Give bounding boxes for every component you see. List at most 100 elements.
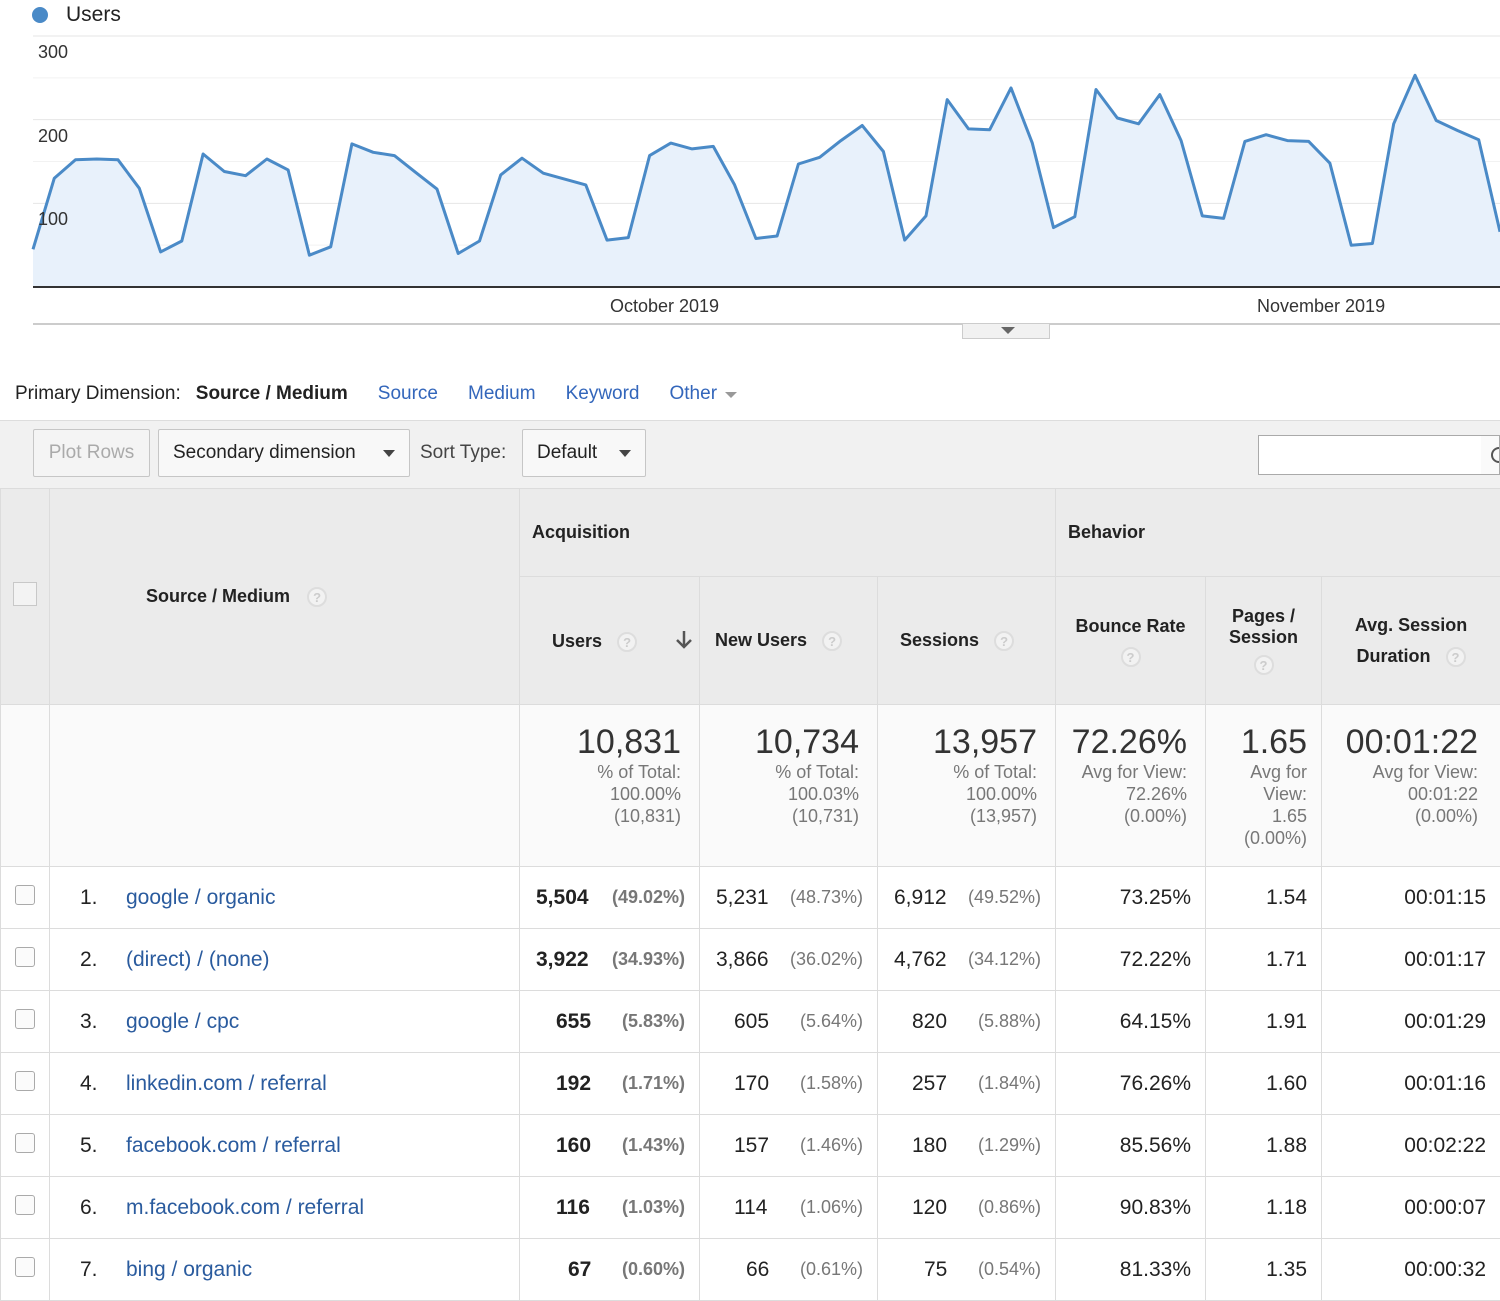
help-icon[interactable]: ? [1254,655,1274,675]
users-value: 192 [556,1072,591,1096]
users-column-header[interactable]: Users ? [520,577,700,705]
row-checkbox[interactable] [15,1009,35,1029]
users-line-chart [0,0,1500,345]
help-icon[interactable]: ? [1121,647,1141,667]
y-tick-label: 200 [38,126,68,147]
avg-session-duration-cell: 00:01:29 [1322,991,1500,1053]
pages-session-cell: 1.60 [1206,1053,1322,1115]
bounce-rate-cell: 64.15% [1056,991,1206,1053]
users-value: 5,504 [536,886,589,910]
row-checkbox[interactable] [15,1071,35,1091]
plot-rows-button[interactable]: Plot Rows [33,429,150,477]
totals-empty-cell [50,705,520,867]
source-medium-link[interactable]: facebook.com / referral [126,1134,341,1157]
primary-dimension-medium-link[interactable]: Medium [468,383,536,405]
help-icon[interactable]: ? [1446,647,1466,667]
source-medium-link[interactable]: linkedin.com / referral [126,1072,327,1095]
sessions-cell: 75(0.54%) [878,1239,1056,1301]
users-cell: 655(5.83%) [520,991,700,1053]
users-header-label: Users [552,631,602,651]
row-checkbox[interactable] [15,885,35,905]
users-cell: 116(1.03%) [520,1177,700,1239]
pages-session-cell: 1.54 [1206,867,1322,929]
source-cell: 2.(direct) / (none) [50,929,520,991]
new-users-cell: 157(1.46%) [700,1115,878,1177]
bounce-rate-total-cell: 72.26% Avg for View: 72.26% (0.00%) [1056,705,1206,867]
users-value: 67 [568,1258,591,1282]
users-percent: (1.03%) [622,1197,685,1218]
row-index: 6. [50,1196,126,1220]
row-checkbox[interactable] [15,947,35,967]
sort-type-label: Sort Type: [420,442,506,464]
source-medium-link[interactable]: (direct) / (none) [126,948,270,971]
table-search-input[interactable] [1258,435,1482,475]
select-all-checkbox[interactable] [13,582,37,606]
new-users-percent: (36.02%) [790,949,863,970]
row-index: 1. [50,886,126,910]
help-icon[interactable]: ? [307,587,327,607]
users-cell: 67(0.60%) [520,1239,700,1301]
row-index: 4. [50,1072,126,1096]
row-checkbox[interactable] [15,1195,35,1215]
sessions-column-header[interactable]: Sessions ? [878,577,1056,705]
primary-dimension-other-dropdown[interactable]: Other [670,383,738,405]
sessions-cell: 820(5.88%) [878,991,1056,1053]
pages-session-cell: 1.35 [1206,1239,1322,1301]
total-caption: (10,731) [700,805,859,827]
new-users-cell: 3,866 (36.02%) [700,929,878,991]
secondary-dimension-dropdown[interactable]: Secondary dimension [158,429,410,477]
row-select-cell [1,1239,50,1301]
source-medium-link[interactable]: google / organic [126,886,275,909]
new-users-value: 3,866 [716,948,769,972]
help-icon[interactable]: ? [822,631,842,651]
sort-descending-icon [674,629,694,651]
users-cell: 3,922(34.93%) [520,929,700,991]
sessions-cell: 120(0.86%) [878,1177,1056,1239]
sessions-cell: 257(1.84%) [878,1053,1056,1115]
primary-dimension-keyword-link[interactable]: Keyword [566,383,640,405]
pages-session-column-header[interactable]: Pages / Session ? [1206,577,1322,705]
total-caption: (0.00%) [1322,805,1478,827]
new-users-value: 114 [734,1196,767,1220]
sessions-cell: 4,762(34.12%) [878,929,1056,991]
sessions-value: 75 [924,1258,947,1282]
total-caption: Avg for View: [1322,761,1478,783]
select-all-cell [1,489,50,705]
avg-session-duration-column-header[interactable]: Avg. Session Duration ? [1322,577,1500,705]
row-checkbox[interactable] [15,1133,35,1153]
total-caption: % of Total: [878,761,1037,783]
search-icon[interactable] [1481,435,1500,475]
avg-session-duration-cell: 00:01:15 [1322,867,1500,929]
table-toolbar: Plot Rows Secondary dimension Sort Type:… [0,420,1500,488]
sessions-cell: 6,912(49.52%) [878,867,1056,929]
source-medium-link[interactable]: bing / organic [126,1258,252,1281]
table-row: 1.google / organic 5,504(49.02%) 5,231(4… [1,867,1500,929]
pages-session-cell: 1.91 [1206,991,1322,1053]
row-select-cell [1,929,50,991]
chart-collapse-toggle[interactable] [962,324,1050,339]
dimension-header[interactable]: Source / Medium ? [50,489,520,705]
bounce-rate-cell: 73.25% [1056,867,1206,929]
users-cell: 192(1.71%) [520,1053,700,1115]
help-icon[interactable]: ? [617,632,637,652]
source-medium-link[interactable]: m.facebook.com / referral [126,1196,364,1219]
total-caption: 100.03% [700,783,859,805]
new-users-total-value: 10,734 [700,723,859,761]
help-icon[interactable]: ? [994,631,1014,651]
total-caption: 100.00% [520,783,681,805]
new-users-percent: (1.46%) [800,1135,863,1156]
primary-dimension-source-link[interactable]: Source [378,383,438,405]
pages-session-cell: 1.71 [1206,929,1322,991]
bounce-rate-column-header[interactable]: Bounce Rate ? [1056,577,1206,705]
sort-type-dropdown[interactable]: Default [522,429,646,477]
avg-session-duration-cell: 00:01:16 [1322,1053,1500,1115]
row-index: 7. [50,1258,126,1282]
avg-session-duration-cell: 00:00:32 [1322,1239,1500,1301]
new-users-column-header[interactable]: New Users ? [700,577,878,705]
totals-empty-cell [1,705,50,867]
table-row: 4.linkedin.com / referral 192(1.71%) 170… [1,1053,1500,1115]
row-checkbox[interactable] [15,1257,35,1277]
source-medium-link[interactable]: google / cpc [126,1010,239,1033]
new-users-cell: 605(5.64%) [700,991,878,1053]
bounce-rate-cell: 85.56% [1056,1115,1206,1177]
